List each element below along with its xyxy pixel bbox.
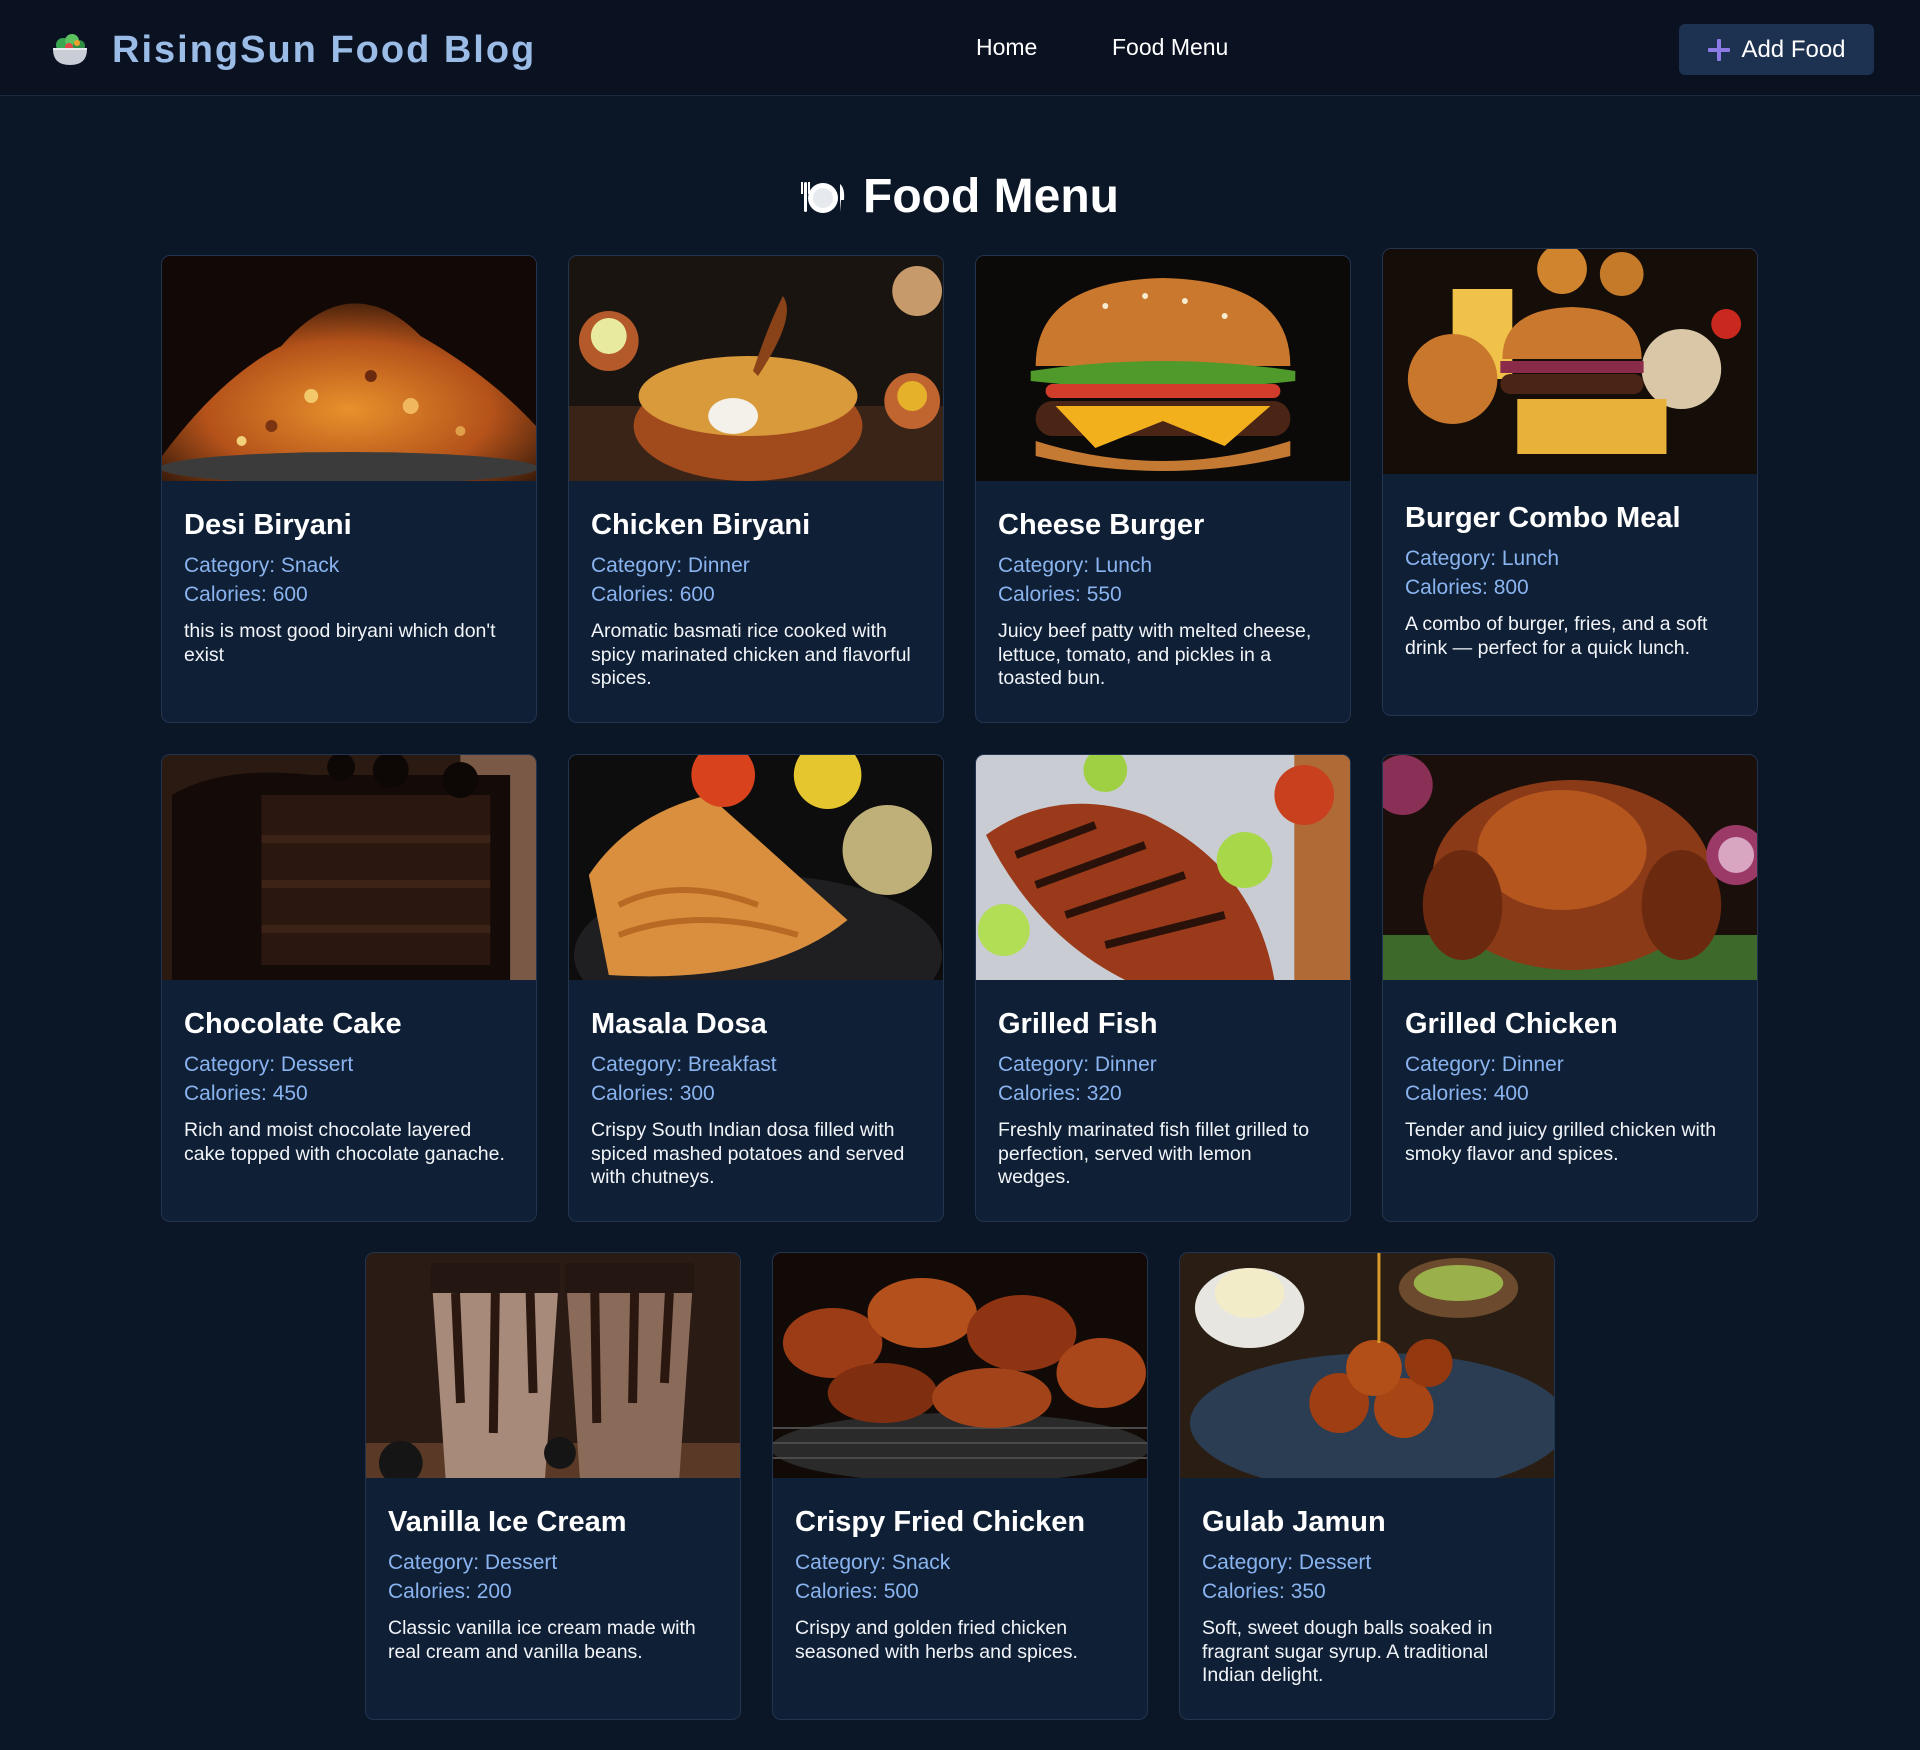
food-name: Crispy Fried Chicken [795, 1506, 1086, 1538]
burger-combo-photo [1383, 249, 1757, 474]
top-navbar: RisingSun Food Blog Home Food Menu Add F… [0, 0, 1920, 96]
food-card-burger-combo-meal[interactable]: Burger Combo Meal Category: Lunch Calori… [1382, 248, 1758, 716]
food-category: Category: Dinner [998, 1053, 1157, 1077]
food-calories: Calories: 600 [184, 583, 308, 607]
food-category: Category: Dessert [1202, 1551, 1372, 1575]
food-description: Soft, sweet dough balls soaked in fragra… [1202, 1617, 1493, 1687]
food-card-vanilla-ice-cream[interactable]: Vanilla Ice Cream Category: Dessert Calo… [365, 1252, 741, 1720]
masala-dosa-photo [569, 755, 943, 980]
food-calories: Calories: 800 [1405, 576, 1529, 600]
plate-cutlery-icon [801, 182, 845, 213]
food-card-chocolate-cake[interactable]: Chocolate Cake Category: Dessert Calorie… [161, 754, 537, 1222]
food-name: Cheese Burger [998, 509, 1205, 541]
food-calories: Calories: 550 [998, 583, 1122, 607]
food-name: Chicken Biryani [591, 509, 811, 541]
food-name: Chocolate Cake [184, 1008, 402, 1040]
page-title-text: Food Menu [863, 169, 1119, 223]
food-name: Desi Biryani [184, 509, 352, 541]
food-description: Crispy and golden fried chicken seasoned… [795, 1617, 1078, 1663]
grilled-chicken-photo [1383, 755, 1757, 980]
food-card-cheese-burger[interactable]: Cheese Burger Category: Lunch Calories: … [975, 255, 1351, 723]
food-category: Category: Dessert [388, 1551, 558, 1575]
food-calories: Calories: 400 [1405, 1082, 1529, 1106]
brand-title: RisingSun Food Blog [112, 28, 537, 71]
food-category: Category: Snack [795, 1551, 951, 1575]
food-description: Freshly marinated fish fillet grilled to… [998, 1119, 1310, 1189]
food-calories: Calories: 500 [795, 1580, 919, 1604]
grilled-fish-photo [976, 755, 1350, 980]
food-card-grilled-fish[interactable]: Grilled Fish Category: Dinner Calories: … [975, 754, 1351, 1222]
food-category: Category: Dinner [591, 554, 750, 578]
food-description: A combo of burger, fries, and a soft dri… [1405, 613, 1708, 659]
food-calories: Calories: 450 [184, 1082, 308, 1106]
add-food-label: Add Food [1741, 35, 1846, 63]
food-card-grilled-chicken[interactable]: Grilled Chicken Category: Dinner Calorie… [1382, 754, 1758, 1222]
food-calories: Calories: 320 [998, 1082, 1122, 1106]
food-name: Vanilla Ice Cream [388, 1506, 627, 1538]
nav-link-food-menu[interactable]: Food Menu [1112, 34, 1228, 61]
chocolate-cake-photo [162, 755, 536, 980]
salad-bowl-icon [53, 34, 87, 65]
food-description: Crispy South Indian dosa filled with spi… [591, 1119, 905, 1189]
food-description: Classic vanilla ice cream made with real… [388, 1617, 696, 1663]
food-name: Grilled Chicken [1405, 1008, 1618, 1040]
nav-link-home[interactable]: Home [976, 34, 1037, 61]
food-card-gulab-jamun[interactable]: Gulab Jamun Category: Dessert Calories: … [1179, 1252, 1555, 1720]
fried-chicken-wings-photo [773, 1253, 1147, 1478]
gulab-jamun-photo [1180, 1253, 1554, 1478]
food-category: Category: Breakfast [591, 1053, 777, 1077]
plus-icon [1708, 38, 1731, 61]
food-card-masala-dosa[interactable]: Masala Dosa Category: Breakfast Calories… [568, 754, 944, 1222]
biryani-plate-photo [162, 256, 536, 481]
food-category: Category: Lunch [998, 554, 1153, 578]
food-description: Juicy beef patty with melted cheese, let… [998, 620, 1312, 690]
food-name: Gulab Jamun [1202, 1506, 1386, 1538]
food-calories: Calories: 600 [591, 583, 715, 607]
page-title: Food Menu [0, 166, 1920, 226]
food-category: Category: Dinner [1405, 1053, 1564, 1077]
cheese-burger-photo [976, 256, 1350, 481]
food-card-crispy-fried-chicken[interactable]: Crispy Fried Chicken Category: Snack Cal… [772, 1252, 1148, 1720]
food-description: this is most good biryani which don't ex… [184, 620, 496, 666]
food-calories: Calories: 300 [591, 1082, 715, 1106]
food-name: Grilled Fish [998, 1008, 1158, 1040]
food-card-chicken-biryani[interactable]: Chicken Biryani Category: Dinner Calorie… [568, 255, 944, 723]
food-description: Aromatic basmati rice cooked with spicy … [591, 620, 911, 690]
food-name: Masala Dosa [591, 1008, 767, 1040]
food-name: Burger Combo Meal [1405, 502, 1681, 534]
food-calories: Calories: 200 [388, 1580, 512, 1604]
food-category: Category: Dessert [184, 1053, 354, 1077]
brand[interactable]: RisingSun Food Blog [50, 28, 536, 72]
add-food-button[interactable]: Add Food [1679, 24, 1874, 75]
food-category: Category: Lunch [1405, 547, 1560, 571]
food-category: Category: Snack [184, 554, 340, 578]
food-description: Rich and moist chocolate layered cake to… [184, 1119, 505, 1165]
food-description: Tender and juicy grilled chicken with sm… [1405, 1119, 1717, 1165]
food-card-desi-biryani[interactable]: Desi Biryani Category: Snack Calories: 6… [161, 255, 537, 723]
chicken-biryani-pot-photo [569, 256, 943, 481]
milkshake-glasses-photo [366, 1253, 740, 1478]
food-calories: Calories: 350 [1202, 1580, 1326, 1604]
